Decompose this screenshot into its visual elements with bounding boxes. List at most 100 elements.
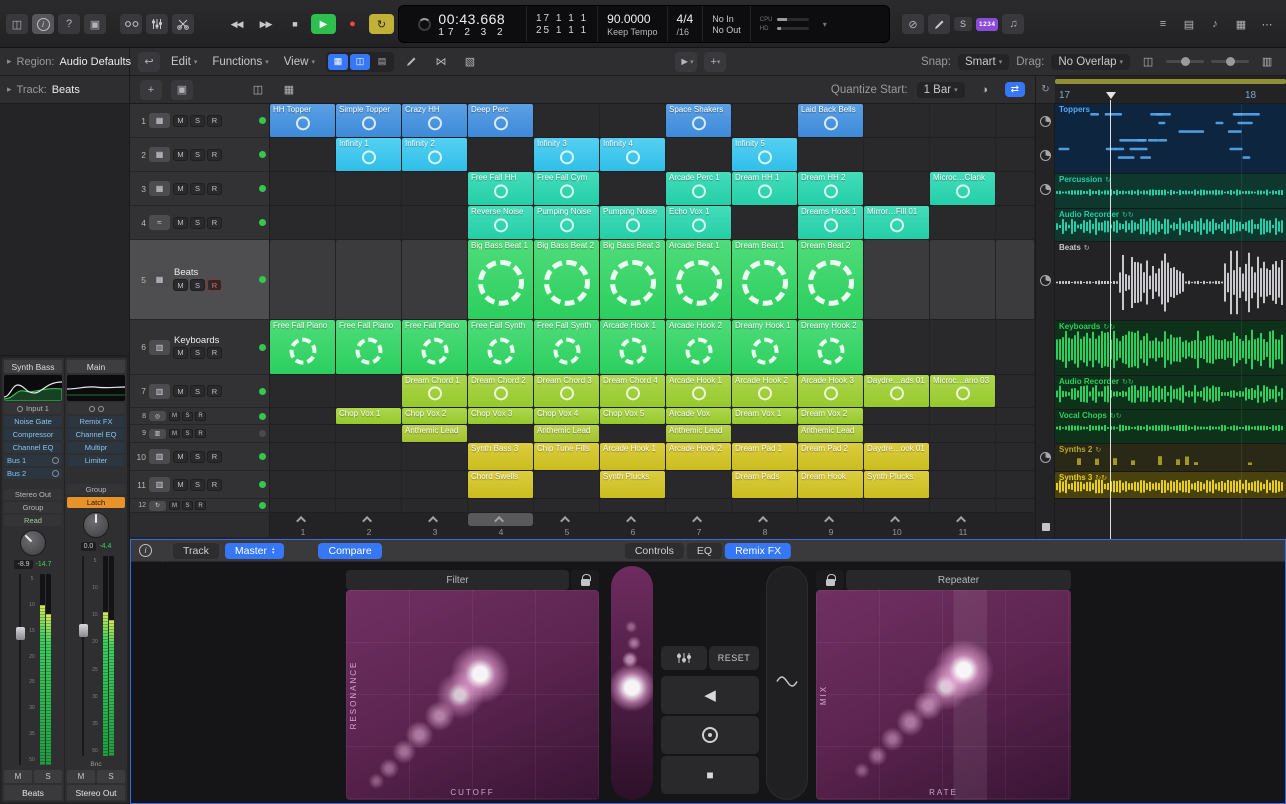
loop-cell[interactable]: [336, 425, 401, 443]
half-circle-icon[interactable]: ◑: [974, 80, 996, 100]
tape-stop-button[interactable]: ■: [661, 756, 759, 794]
loop-cell[interactable]: Pumping Noise: [600, 206, 665, 240]
loop-cell[interactable]: [930, 206, 995, 240]
stop-button[interactable]: ■: [282, 14, 307, 34]
quantize-select[interactable]: 1 Bar▾: [917, 82, 965, 98]
loop-cell[interactable]: [930, 425, 995, 443]
loop-cell[interactable]: [930, 104, 995, 138]
loop-cell[interactable]: Reverse Noise: [468, 206, 533, 240]
loop-cell[interactable]: [600, 172, 665, 206]
scene-trigger[interactable]: [666, 513, 731, 526]
loop-cell[interactable]: Anthemic Lead: [798, 425, 863, 443]
scene-trigger[interactable]: [600, 513, 665, 526]
zoom-h-slider[interactable]: [1166, 60, 1204, 63]
loop-cell[interactable]: Anthemic Lead: [534, 425, 599, 443]
reset-button[interactable]: RESET: [709, 646, 759, 670]
more-icon[interactable]: ⋯: [1256, 14, 1278, 34]
scene-trigger[interactable]: [864, 513, 929, 526]
loop-cell[interactable]: Laid Back Bells: [798, 104, 863, 138]
loop-progress-icon[interactable]: [1040, 184, 1051, 195]
loop-cell[interactable]: Infinity 4: [600, 138, 665, 172]
input-slot[interactable]: Input 1: [4, 403, 62, 414]
loop-cell[interactable]: Dreamy Hook 2: [798, 320, 863, 375]
loop-cell[interactable]: Arcade Hook 2: [666, 320, 731, 375]
automation-mode-button[interactable]: Read: [4, 515, 62, 526]
arrange-region[interactable]: Synths 2↻: [1055, 444, 1286, 472]
solo-button[interactable]: S: [190, 217, 205, 229]
grid-view-button[interactable]: ▦: [328, 54, 348, 70]
loop-cell[interactable]: Dream Hook: [798, 471, 863, 499]
record-button[interactable]: R: [207, 115, 222, 127]
loop-cell[interactable]: Big Bass Beat 1: [468, 240, 533, 320]
input-monitor-dot[interactable]: [259, 481, 266, 488]
track-header[interactable]: 11▥MSR: [130, 471, 270, 499]
loop-cell[interactable]: [930, 138, 995, 172]
solo-button[interactable]: S: [190, 347, 205, 359]
insert-slot[interactable]: Limiter: [67, 455, 125, 466]
functions-menu[interactable]: Functions▾: [208, 54, 272, 70]
pan-knob[interactable]: [83, 512, 109, 538]
note-pads-icon[interactable]: ▤: [1178, 14, 1200, 34]
loop-cell[interactable]: Daydre…ads 01: [864, 375, 929, 408]
loop-cell[interactable]: Chop Vox 4: [534, 408, 599, 425]
loop-cell[interactable]: [534, 499, 599, 513]
loop-cell[interactable]: [930, 499, 995, 513]
loop-cell[interactable]: [270, 471, 335, 499]
input-monitor-dot[interactable]: [259, 413, 266, 420]
pencil-tool-icon[interactable]: [401, 52, 423, 72]
filter-xy-pad[interactable]: RESONANCE CUTOFF: [346, 590, 599, 800]
eq-thumbnail[interactable]: [67, 375, 125, 401]
lcd-position-section[interactable]: 00:43.66817 2 3 2: [399, 6, 527, 42]
input-monitor-dot[interactable]: [259, 219, 266, 226]
browsers-icon[interactable]: ▦: [1230, 14, 1252, 34]
track-button[interactable]: Track: [173, 543, 219, 559]
send-knob[interactable]: [52, 457, 59, 464]
loop-cell[interactable]: [732, 499, 797, 513]
loop-cell[interactable]: HH Topper: [270, 104, 335, 138]
library-toggle-icon[interactable]: ◫: [6, 14, 28, 34]
loop-cell[interactable]: Chip Tune Fills: [534, 443, 599, 471]
loop-cell[interactable]: [468, 138, 533, 172]
loop-cell[interactable]: [864, 104, 929, 138]
loop-cell[interactable]: Dream Chord 4: [600, 375, 665, 408]
loop-cell[interactable]: [270, 172, 335, 206]
loop-cell[interactable]: Dream HH 2: [798, 172, 863, 206]
gater-button[interactable]: [661, 646, 707, 670]
loop-cell[interactable]: [798, 499, 863, 513]
input-monitor-dot[interactable]: [259, 117, 266, 124]
command-tool-select[interactable]: +▾: [704, 52, 726, 72]
playhead-marker[interactable]: [1106, 92, 1116, 99]
solo-mode-badge[interactable]: S: [954, 17, 972, 31]
track-header[interactable]: 12↻MSR: [130, 499, 270, 513]
lcd-locators-section[interactable]: 17 1 1 1 25 1 1 1: [527, 6, 598, 42]
input-monitor-dot[interactable]: [259, 453, 266, 460]
catch-playhead-icon[interactable]: ↩: [138, 52, 160, 72]
input-monitor-dot[interactable]: [259, 344, 266, 351]
solo-button[interactable]: S: [182, 412, 193, 421]
input-monitor-dot[interactable]: [259, 430, 266, 437]
mute-button[interactable]: M: [173, 183, 188, 195]
loop-cell[interactable]: Arcade Hook 2: [732, 375, 797, 408]
duplicate-track-button[interactable]: ▣: [171, 80, 193, 100]
loop-cell[interactable]: Free Fall Piano: [336, 320, 401, 375]
loop-cell[interactable]: [666, 138, 731, 172]
solo-button[interactable]: S: [182, 501, 193, 510]
strip-track-name[interactable]: Beats: [4, 785, 62, 800]
loop-cell[interactable]: [402, 240, 467, 320]
loop-cell[interactable]: [270, 206, 335, 240]
inspector-toggle-icon[interactable]: i: [32, 14, 54, 34]
loop-cell[interactable]: [336, 172, 401, 206]
stop-all-icon[interactable]: [1042, 523, 1050, 531]
fader-cap[interactable]: [16, 627, 25, 640]
loop-cell[interactable]: Anthemic Lead: [666, 425, 731, 443]
grid-icon[interactable]: ▦: [278, 80, 300, 100]
loop-cell[interactable]: [864, 320, 929, 375]
crossfade-tool-icon[interactable]: ⋈: [430, 52, 452, 72]
tab-remix-fx[interactable]: Remix FX: [725, 543, 791, 559]
loop-cell[interactable]: Arcade Perc 1: [666, 172, 731, 206]
mute-button[interactable]: M: [173, 479, 188, 491]
solo-button[interactable]: S: [190, 451, 205, 463]
loop-cell[interactable]: Chop Vox 1: [336, 408, 401, 425]
drag-select[interactable]: No Overlap▾: [1051, 54, 1130, 70]
loop-cell[interactable]: [732, 104, 797, 138]
